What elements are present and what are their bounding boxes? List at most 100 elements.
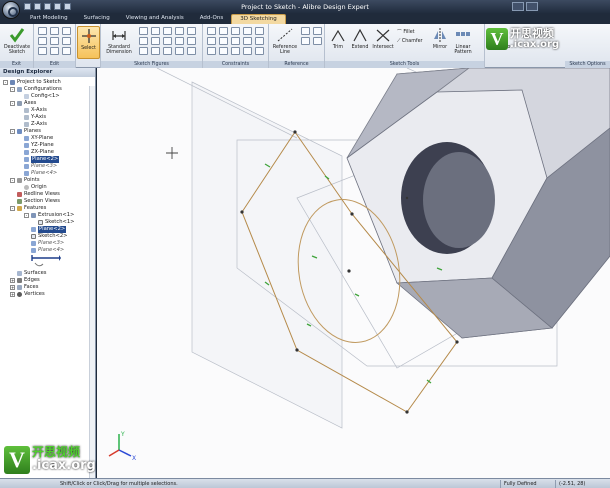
collapse-toggle-icon[interactable]: - [24,213,29,218]
tree-node-plane3[interactable]: Plane<3> [24,163,57,170]
text-icon[interactable] [187,47,196,55]
expand-toggle-icon[interactable]: + [10,292,15,297]
intersect-button[interactable]: Intersect [371,26,395,59]
tree-node-axes[interactable]: - Axes [10,100,36,107]
collapse-toggle-icon[interactable]: - [3,80,8,85]
equal-constraint-icon[interactable] [231,37,240,45]
circle-icon[interactable] [139,37,148,45]
extend-button[interactable]: Extend [349,26,371,59]
reference-axis-icon[interactable] [301,37,310,45]
show-constraints-icon[interactable] [231,47,240,55]
rectangle-icon[interactable] [175,27,184,35]
fix-constraint-icon[interactable] [255,37,264,45]
paste-icon[interactable] [62,27,71,35]
tree-node-planes[interactable]: - Planes [10,128,41,135]
tree-node-points[interactable]: - Points [10,177,40,184]
spline-icon[interactable] [163,27,172,35]
centerline-icon[interactable] [163,47,172,55]
tree-node-features[interactable]: - Features [10,205,46,212]
auto-constrain-icon[interactable] [255,47,264,55]
collapse-toggle-icon[interactable]: - [10,178,15,183]
viewport-canvas[interactable]: Y X [97,68,610,478]
parallel-constraint-icon[interactable] [231,27,240,35]
deactivate-sketch-button[interactable]: Deactivate Sketch [3,26,31,59]
horizontal-constraint-icon[interactable] [207,27,216,35]
tree-node-feature-plane2[interactable]: Plane<2> [31,226,67,233]
reference-point-icon[interactable] [301,27,310,35]
maximize-button[interactable] [526,2,538,11]
tree-node-redline-views[interactable]: Redline Views [17,191,60,198]
tree-node-y-axis[interactable]: Y-Axis [24,114,46,121]
tree-node-root[interactable]: - Project to Sketch [3,79,61,86]
delete-constraints-icon[interactable] [243,47,252,55]
tangent-constraint-icon[interactable] [255,27,264,35]
cut-icon[interactable] [38,27,47,35]
midpoint-constraint-icon[interactable] [243,37,252,45]
tree-node-z-axis[interactable]: Z-Axis [24,121,47,128]
perpendicular-constraint-icon[interactable] [243,27,252,35]
ellipse-icon[interactable] [163,37,172,45]
minimize-button[interactable] [512,2,524,11]
slot-icon[interactable] [175,37,184,45]
tree-node-plane2[interactable]: Plane<2> [24,156,60,163]
tree-node-plane4[interactable]: Plane<4> [24,170,57,177]
point-icon[interactable] [187,37,196,45]
tree-node-x-axis[interactable]: X-Axis [24,107,47,114]
delete-icon[interactable] [62,37,71,45]
tree-node-xy-plane[interactable]: XY-Plane [24,135,53,142]
explorer-scrollbar[interactable] [89,86,95,486]
collapse-toggle-icon[interactable]: - [10,206,15,211]
properties-icon[interactable] [38,47,47,55]
tangent-arc-icon[interactable] [139,47,148,55]
tree-node-origin[interactable]: Origin [24,184,47,191]
application-menu-button[interactable] [2,1,20,19]
reference-csys-icon[interactable] [313,37,322,45]
select-all-icon[interactable] [62,47,71,55]
tree-node-feature-plane4[interactable]: Plane<4> [31,247,64,254]
reference-plane-icon[interactable] [313,27,322,35]
tree-node-extrusion1[interactable]: - Extrusion<1> [24,212,74,219]
plane-yz[interactable] [191,81,343,429]
tree-node-configurations[interactable]: - Configurations [10,86,62,93]
tree-node-sketch1[interactable]: Sketch<1> [38,219,74,226]
chamfer-button[interactable]: ⟋ Chamfer [397,38,423,44]
concentric-constraint-icon[interactable] [219,37,228,45]
linear-pattern-button[interactable]: Linear Pattern [451,26,475,59]
collapse-toggle-icon[interactable]: - [10,129,15,134]
symmetric-constraint-icon[interactable] [207,47,216,55]
tree-node-feature-plane3[interactable]: Plane<3> [31,240,64,247]
expand-toggle-icon[interactable]: + [10,278,15,283]
collapse-toggle-icon[interactable]: - [10,101,15,106]
offset-icon[interactable] [175,47,184,55]
tree-node-section-views[interactable]: Section Views [17,198,60,205]
collinear-constraint-icon[interactable] [219,47,228,55]
arc-icon[interactable] [151,37,160,45]
polygon-icon[interactable] [187,27,196,35]
polyline-icon[interactable] [151,27,160,35]
tree-node-surfaces[interactable]: Surfaces [17,270,46,277]
tree-node-sketch2[interactable]: Sketch<2> [31,233,67,240]
three-point-arc-icon[interactable] [151,47,160,55]
tree-node-vertices[interactable]: + Vertices [10,291,45,298]
vertical-constraint-icon[interactable] [219,27,228,35]
tree-node-zx-plane[interactable]: ZX-Plane [24,149,54,156]
tree-node-yz-plane[interactable]: YZ-Plane [24,142,54,149]
copy-icon[interactable] [50,27,59,35]
tab-3d-sketching[interactable]: 3D Sketching [231,14,286,24]
mirror-button[interactable]: Mirror [429,26,451,59]
trim-button[interactable]: Trim [327,26,349,59]
model-viewport[interactable]: Y X [97,68,610,478]
rollback-marker-icon[interactable] [31,254,61,268]
tree-node-edges[interactable]: + Edges [10,277,40,284]
select-button[interactable]: Select [77,26,100,59]
expand-toggle-icon[interactable]: + [10,285,15,290]
line-icon[interactable] [139,27,148,35]
collapse-toggle-icon[interactable]: - [10,87,15,92]
tab-part-modeling[interactable]: Part Modeling [22,14,76,24]
fillet-button[interactable]: ⌒ Fillet [397,28,415,35]
reference-line-button[interactable]: Reference Line [271,26,299,59]
tree-node-faces[interactable]: + Faces [10,284,38,291]
tree-node-config1[interactable]: Config<1> [24,93,60,100]
hex-nut-body[interactable] [346,68,610,339]
tab-viewing-analysis[interactable]: Viewing and Analysis [118,14,192,24]
